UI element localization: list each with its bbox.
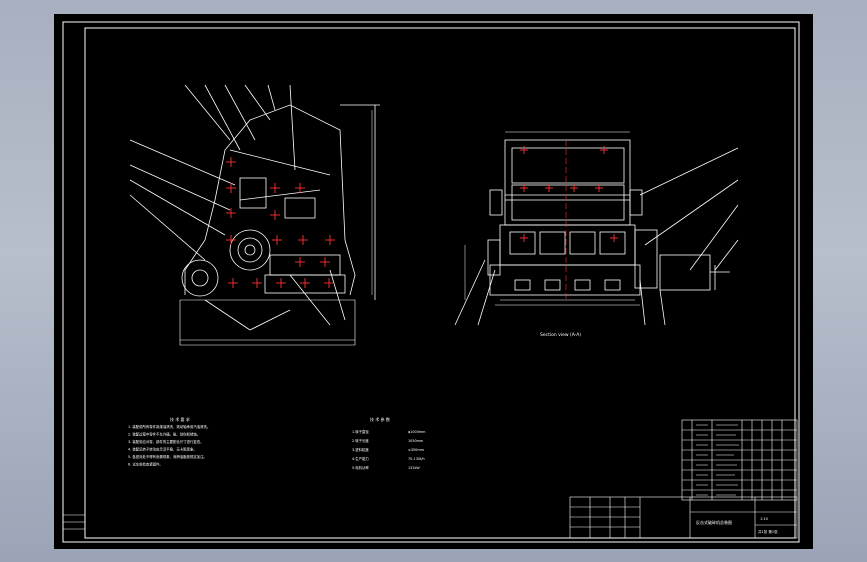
- tech-params-title: 技 术 参 数: [370, 416, 390, 422]
- tech-param-label: 4.生产能力: [352, 456, 369, 461]
- drawing-sheet: [54, 14, 813, 549]
- tech-requirement-line: 3. 装配前应对零、部件的主要配合尺寸进行复查。: [128, 439, 204, 444]
- tech-requirement-line: 4. 装配后转子转动应灵活平稳，无卡阻现象。: [128, 447, 197, 452]
- tech-requirement-line: 5. 各密封处不得有渗漏现象，润滑油脂按规定加注。: [128, 454, 207, 459]
- tech-param-value: 132kW: [408, 466, 420, 470]
- tech-requirements-title: 技 术 要 求: [170, 416, 190, 422]
- tech-requirement-line: 6. 试车前检查紧固件。: [128, 462, 163, 467]
- cad-drawing: Section view (A-A) 技 术 要 求 1. 装配前所有零件用煤油…: [54, 14, 813, 549]
- tech-requirement-line: 1. 装配前所有零件用煤油清洗，滚动轴承用汽油清洗。: [128, 424, 210, 429]
- section-view-caption: Section view (A-A): [540, 332, 581, 338]
- tech-param-value: 70-130t/h: [408, 457, 425, 461]
- tech-param-value: 1050mm: [408, 439, 424, 443]
- drawing-name: 反击式破碎机总装图: [696, 519, 732, 525]
- tech-param-value: ≤350mm: [408, 448, 425, 452]
- tech-param-label: 1.转子直径: [352, 429, 369, 434]
- tech-param-label: 5.电机功率: [352, 465, 369, 470]
- tech-param-label: 2.转子长度: [352, 438, 369, 443]
- cad-viewport[interactable]: Section view (A-A) 技 术 要 求 1. 装配前所有零件用煤油…: [0, 0, 867, 562]
- drawing-sheet-info: 共1张 第1张: [758, 529, 778, 534]
- tech-param-value: φ1000mm: [408, 430, 426, 434]
- drawing-scale: 1:10: [760, 517, 768, 521]
- tech-requirement-line: 2. 装配过程中零件不允许磕、碰、划伤和锈蚀。: [128, 432, 200, 437]
- tech-param-label: 3.进料粒度: [352, 447, 369, 452]
